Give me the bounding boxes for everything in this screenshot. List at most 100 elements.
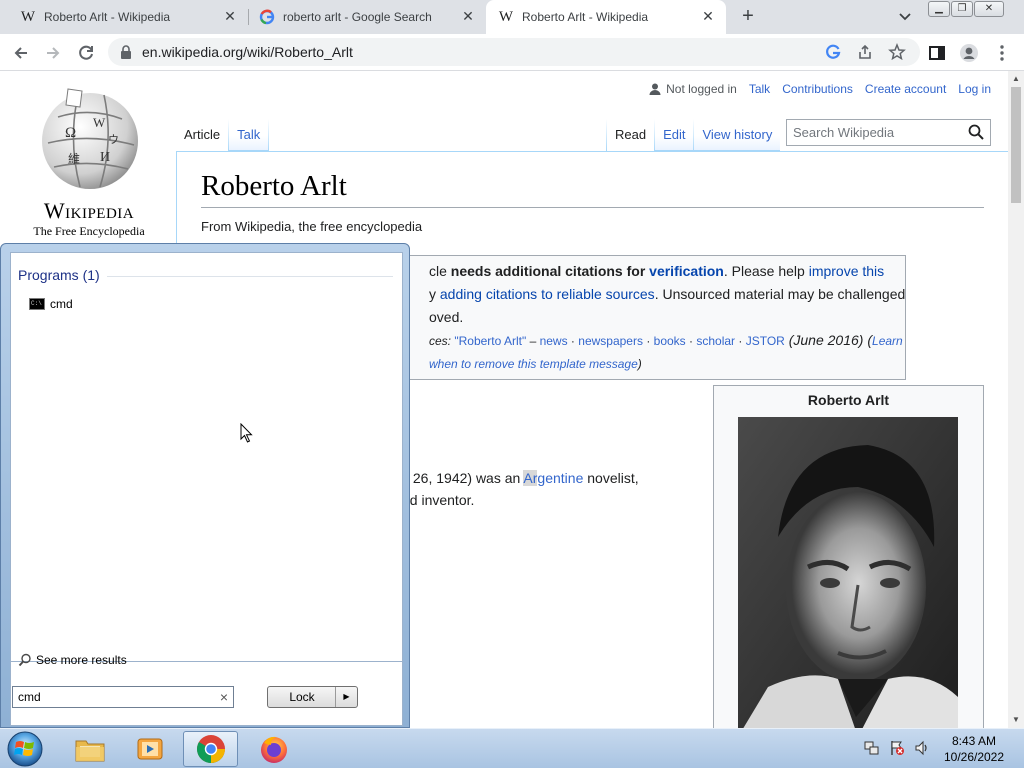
address-bar[interactable]: en.wikipedia.org/wiki/Roberto_Arlt — [108, 38, 920, 66]
firefox-icon — [260, 736, 287, 763]
newspapers-link[interactable]: newspapers — [578, 334, 643, 348]
svg-text:И: И — [100, 150, 110, 165]
forward-arrow-icon[interactable] — [42, 42, 64, 64]
folder-icon — [75, 740, 104, 762]
log-in-link[interactable]: Log in — [958, 82, 991, 96]
tab-search-chevron-icon[interactable] — [895, 9, 915, 25]
scholar-link[interactable]: scholar — [696, 334, 735, 348]
tab-title: Roberto Arlt - Wikipedia — [522, 10, 649, 24]
taskbar: 8:43 AM 10/26/2022 — [0, 728, 1024, 768]
contributions-link[interactable]: Contributions — [782, 82, 853, 96]
media-player-taskbar-button[interactable] — [122, 731, 177, 767]
browser-tab-2[interactable]: roberto arlt - Google Search ✕ — [249, 0, 486, 34]
start-search-box[interactable]: × — [12, 686, 234, 708]
share-icon[interactable] — [856, 43, 874, 61]
bookmark-star-icon[interactable] — [888, 42, 906, 61]
magnifier-icon — [18, 653, 31, 667]
chrome-icon — [196, 735, 225, 763]
tab-talk[interactable]: Talk — [229, 119, 269, 151]
clear-search-icon[interactable]: × — [220, 689, 228, 705]
scrollbar-thumb[interactable] — [1011, 87, 1021, 203]
google-lens-icon[interactable] — [824, 43, 842, 61]
firefox-taskbar-button[interactable] — [246, 731, 301, 767]
search-results-panel: Programs (1) C:\ cmd — [10, 252, 403, 662]
restore-button[interactable]: ❐ — [951, 1, 973, 17]
wikipedia-search-input[interactable] — [787, 120, 957, 145]
learn-link[interactable]: Learn — [872, 334, 903, 348]
remove-template-link[interactable]: when to remove this template message — [429, 357, 638, 371]
clock-date: 10/26/2022 — [943, 750, 1005, 764]
close-tab-icon[interactable]: ✕ — [700, 8, 716, 24]
taskbar-clock[interactable]: 8:43 AM 10/26/2022 — [932, 733, 1016, 765]
adding-citations-link[interactable]: adding citations to reliable sources — [440, 286, 655, 302]
lock-icon[interactable] — [120, 45, 132, 59]
svg-text:ウ: ウ — [108, 133, 119, 146]
browser-tab-3-active[interactable]: W Roberto Arlt - Wikipedia ✕ — [486, 0, 726, 34]
wikipedia-favicon-icon: W — [20, 8, 36, 25]
back-arrow-icon[interactable] — [10, 42, 32, 64]
wikipedia-search-box[interactable] — [786, 119, 991, 146]
cmd-icon: C:\ — [29, 298, 45, 310]
window-controls: ▁ ❐ ✕ — [928, 1, 1004, 17]
profile-avatar-icon[interactable] — [958, 42, 980, 64]
portrait-photo[interactable] — [738, 417, 958, 728]
start-orb-icon[interactable] — [4, 730, 46, 768]
see-more-results[interactable]: See more results — [18, 653, 127, 667]
infobox: Roberto Arlt — [713, 385, 984, 728]
tab-read[interactable]: Read — [607, 119, 655, 151]
wikipedia-tagline: The Free Encyclopedia — [33, 224, 145, 238]
not-logged-in: Not logged in — [649, 82, 737, 96]
close-tab-icon[interactable]: ✕ — [222, 8, 238, 24]
new-tab-button[interactable]: + — [737, 5, 759, 27]
url-text[interactable]: en.wikipedia.org/wiki/Roberto_Arlt — [142, 44, 353, 60]
volume-icon[interactable] — [914, 740, 930, 756]
action-center-flag-icon[interactable] — [889, 740, 905, 756]
talk-link[interactable]: Talk — [749, 82, 770, 96]
books-link[interactable]: books — [654, 334, 686, 348]
close-window-button[interactable]: ✕ — [974, 1, 1004, 17]
start-search-input[interactable] — [13, 687, 208, 707]
namespace-tabs: Article Talk — [176, 119, 270, 151]
close-tab-icon[interactable]: ✕ — [460, 8, 476, 24]
source-query-link[interactable]: "Roberto Arlt" — [454, 334, 526, 348]
tab-edit[interactable]: Edit — [655, 119, 694, 151]
menu-kebab-icon[interactable] — [991, 42, 1013, 64]
improve-article-link[interactable]: improve this — [809, 263, 884, 279]
verification-link[interactable]: verification — [649, 263, 724, 279]
browser-tab-1[interactable]: W Roberto Arlt - Wikipedia ✕ — [0, 0, 248, 34]
power-options-arrow-icon[interactable]: ▶ — [335, 687, 357, 707]
file-explorer-taskbar-button[interactable] — [62, 731, 117, 767]
tab-article[interactable]: Article — [176, 119, 229, 151]
view-tabs: Read Edit View history — [606, 119, 781, 151]
scroll-down-arrow-icon[interactable]: ▼ — [1008, 712, 1024, 728]
tab-title: roberto arlt - Google Search — [283, 10, 432, 24]
jstor-link[interactable]: JSTOR — [746, 334, 785, 348]
minimize-button[interactable]: ▁ — [928, 1, 950, 17]
chrome-taskbar-button[interactable] — [183, 731, 238, 767]
svg-text:維: 維 — [68, 152, 80, 166]
browser-toolbar: en.wikipedia.org/wiki/Roberto_Arlt — [0, 34, 1024, 71]
media-player-icon — [137, 738, 162, 760]
scroll-up-arrow-icon[interactable]: ▲ — [1008, 71, 1024, 87]
argentine-link[interactable]: gentine — [537, 470, 583, 486]
news-link[interactable]: news — [540, 334, 568, 348]
side-panel-icon[interactable] — [926, 42, 948, 64]
reload-icon[interactable] — [75, 42, 97, 64]
start-menu: Programs (1) C:\ cmd See more results × … — [0, 243, 410, 728]
wikipedia-wordmark: Wikipedia — [43, 198, 135, 223]
clock-time: 8:43 AM — [951, 734, 997, 748]
result-cmd[interactable]: C:\ cmd — [29, 297, 73, 311]
tab-title: Roberto Arlt - Wikipedia — [44, 10, 171, 24]
personal-tools: Not logged in Talk Contributions Create … — [649, 82, 991, 96]
argentine-link-highlighted[interactable]: Ar — [523, 470, 538, 486]
tab-view-history[interactable]: View history — [694, 119, 781, 151]
network-icon[interactable] — [864, 740, 880, 756]
heading-rule — [107, 276, 393, 277]
lock-button-label: Lock — [289, 690, 315, 704]
create-account-link[interactable]: Create account — [865, 82, 946, 96]
tab-strip: W Roberto Arlt - Wikipedia ✕ roberto arl… — [0, 0, 1024, 34]
notice-line: oved. — [429, 309, 464, 325]
page-scrollbar[interactable]: ▲ ▼ — [1008, 71, 1024, 728]
lock-button[interactable]: Lock ▶ — [267, 686, 358, 708]
search-icon[interactable] — [968, 124, 984, 140]
